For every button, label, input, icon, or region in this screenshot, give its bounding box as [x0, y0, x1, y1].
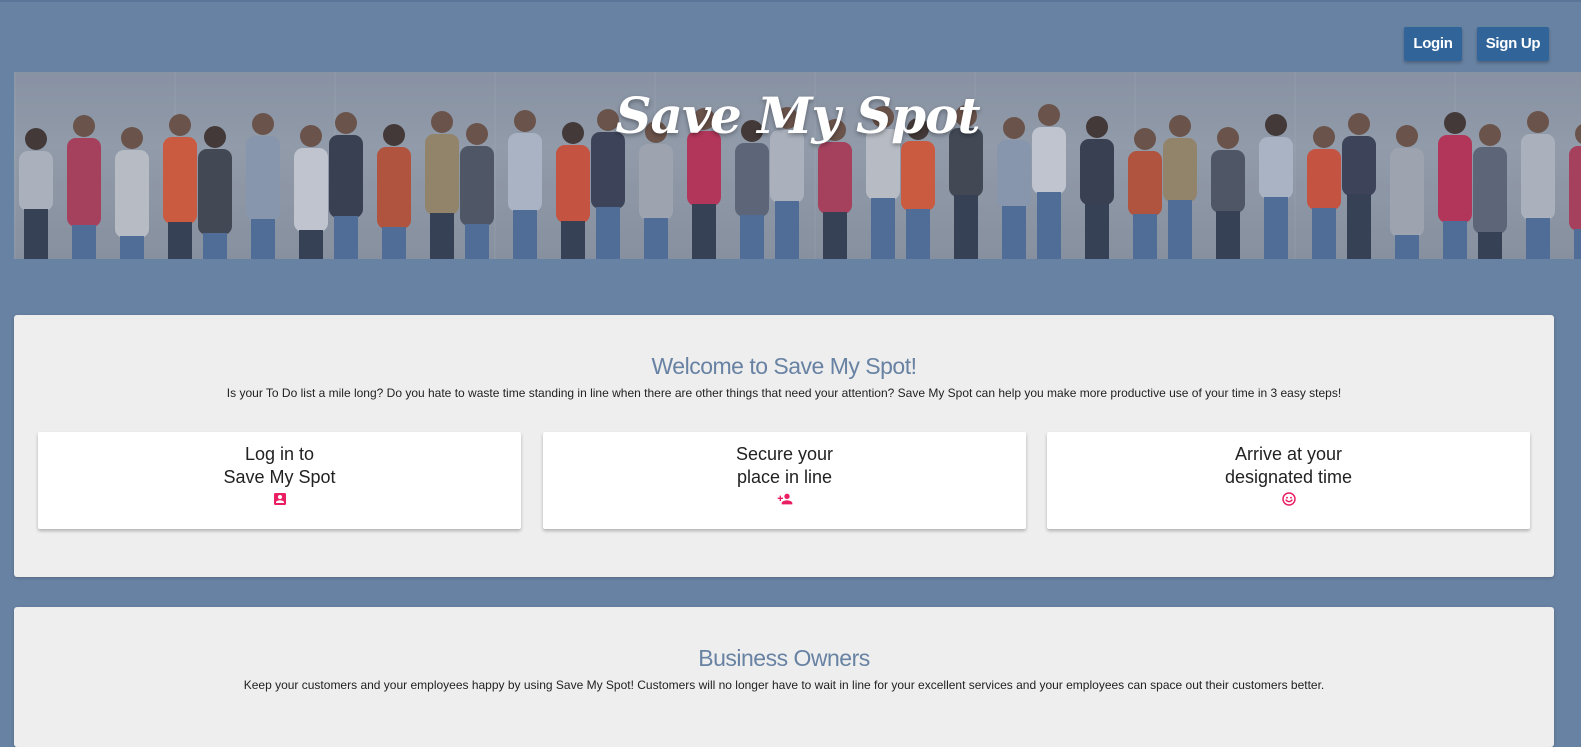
welcome-section: Welcome to Save My Spot! Is your To Do l… [14, 315, 1554, 577]
hero-banner: Save My Spot [14, 72, 1581, 259]
step-card-arrive: Arrive at your designated time [1047, 432, 1530, 529]
smiley-icon [1281, 492, 1296, 506]
welcome-title: Welcome to Save My Spot! [651, 353, 917, 379]
step-line-2: place in line [736, 467, 833, 487]
business-description: Keep your customers and your employees h… [243, 678, 1325, 692]
step-line-1: Log in to [244, 444, 315, 464]
welcome-description: Is your To Do list a mile long? Do you h… [226, 386, 1342, 400]
account-box-icon [273, 493, 286, 505]
step-line-2: designated time [1224, 467, 1353, 487]
step-line-2: Save My Spot [223, 467, 336, 487]
step-line-1: Arrive at your [1234, 444, 1343, 464]
signup-button[interactable]: Sign Up [1477, 27, 1549, 61]
business-title: Business Owners [698, 645, 870, 671]
site-title: Save My Spot [615, 86, 980, 145]
step-card-login: Log in to Save My Spot [38, 432, 521, 529]
step-card-secure: Secure your place in line [543, 432, 1026, 529]
step-line-1: Secure your [735, 444, 834, 464]
login-button[interactable]: Login [1404, 27, 1462, 61]
top-bar: Login Sign Up [0, 0, 1581, 72]
business-section: Business Owners Keep your customers and … [14, 607, 1554, 747]
person-add-icon [777, 493, 792, 505]
